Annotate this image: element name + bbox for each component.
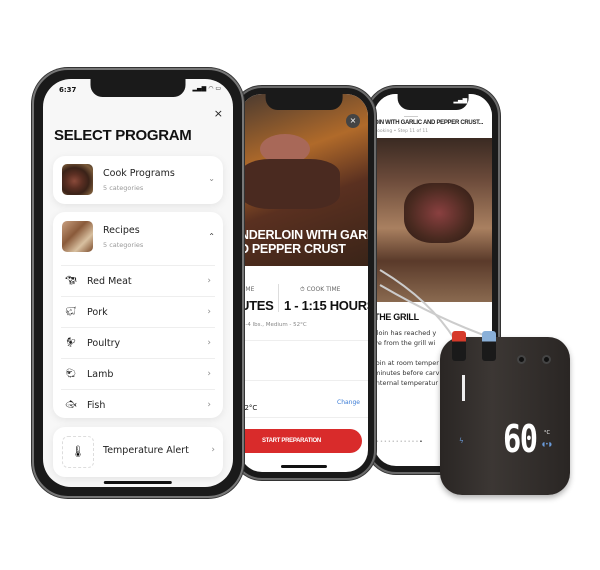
battery-indicator: [462, 375, 465, 401]
probe-port: [542, 355, 551, 364]
temperature-unit: °C: [544, 430, 550, 436]
status-icons: ▂▄▆ ◠ ▭: [453, 97, 482, 104]
probe-red: [452, 331, 466, 361]
close-button[interactable]: ×: [346, 114, 360, 128]
bluetooth-icon: ϟ: [459, 437, 464, 445]
probe-port: [517, 355, 526, 364]
thermometer-device: ϟ 60 °C ◖•◗: [440, 331, 570, 495]
probe-blue: [482, 331, 496, 361]
close-icon: ×: [349, 116, 357, 125]
temperature-display: 60: [503, 417, 538, 461]
wifi-icon: ◖•◗: [542, 441, 552, 448]
